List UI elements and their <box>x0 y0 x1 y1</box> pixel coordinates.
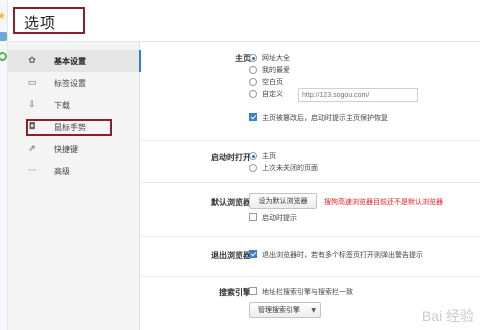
default-browser-section: 默认浏览器 设为默认浏览器 搜狗高速浏览器目前还不是默认浏览器 启动时提示 <box>141 183 480 229</box>
star-icon[interactable]: ★ <box>0 12 6 22</box>
homepage-radio-hao123[interactable] <box>249 54 257 62</box>
page-title: 选项 <box>24 14 57 32</box>
settings-panel: 主页 网址大全 我的最爱 空白页 自定义 主页被篡改后，启动时提示主页保护恢复 … <box>141 42 480 330</box>
clock-icon[interactable] <box>0 52 7 61</box>
exit-warning-checkbox[interactable] <box>249 250 257 258</box>
search-sync-checkbox[interactable] <box>249 287 257 295</box>
sidebar-item-label: 快捷键 <box>54 145 78 154</box>
custom-homepage-url-input[interactable] <box>298 88 418 102</box>
homepage-section: 主页 网址大全 我的最爱 空白页 自定义 主页被篡改后，启动时提示主页保护恢复 <box>141 42 480 142</box>
startup-prompt-checkbox[interactable] <box>249 213 257 221</box>
gear-icon: ✿ <box>28 56 36 66</box>
sidebar-item-basic-settings[interactable]: ✿ 基本设置 <box>8 50 141 72</box>
homepage-protect-label: 主页被篡改后，启动时提示主页保护恢复 <box>262 114 388 122</box>
startup-prompt-label: 启动时提示 <box>262 214 297 222</box>
options-sidebar: ✿ 基本设置 ▭ 标签设置 ⇩ 下载 ◘ 鼠标手势 ⇗ 快捷键 ··· 高级 <box>8 42 141 330</box>
sidebar-item-tab-settings[interactable]: ▭ 标签设置 <box>8 72 140 94</box>
options-header: 选项 <box>8 0 480 42</box>
manage-search-engine-dropdown[interactable]: 管理搜索引擎 ▼ <box>249 302 321 318</box>
sidebar-item-shortcuts[interactable]: ⇗ 快捷键 <box>8 138 140 160</box>
startup-option-label: 主页 <box>262 152 276 160</box>
chevron-down-icon: ▼ <box>311 307 316 314</box>
more-icon: ··· <box>27 166 37 176</box>
sidebar-item-download[interactable]: ⇩ 下载 <box>8 94 140 116</box>
default-browser-warning: 搜狗高速浏览器目前还不是默认浏览器 <box>324 198 443 206</box>
homepage-radio-custom[interactable] <box>249 90 257 98</box>
homepage-radio-blank[interactable] <box>249 78 257 86</box>
search-engine-title: 搜索引擎 <box>219 288 251 297</box>
startup-radio-last-session[interactable] <box>249 164 257 172</box>
sidebar-item-label: 高级 <box>54 167 70 176</box>
homepage-radio-favorites[interactable] <box>249 66 257 74</box>
browser-sidebar-strip: ★ <box>0 0 8 330</box>
search-sync-label: 地址栏搜索引擎与搜索栏一致 <box>262 288 353 296</box>
title-highlight-box: 选项 <box>13 7 85 34</box>
tab-icon: ▭ <box>27 78 37 88</box>
sidebar-item-label: 标签设置 <box>54 79 86 88</box>
startup-title: 启动时打开 <box>211 153 251 162</box>
watermark: Bai 经验 <box>421 308 474 324</box>
homepage-option-label: 空白页 <box>262 78 283 86</box>
homepage-option-label: 自定义 <box>262 90 283 98</box>
startup-option-label: 上次未关闭的页面 <box>262 164 318 172</box>
sidebar-item-label: 基本设置 <box>54 57 86 66</box>
homepage-option-label: 我的最爱 <box>262 66 290 74</box>
default-browser-title: 默认浏览器 <box>211 198 251 207</box>
mouse-gesture-highlight-box <box>26 119 112 136</box>
sidebar-item-advanced[interactable]: ··· 高级 <box>8 160 140 182</box>
homepage-protect-checkbox[interactable] <box>249 113 257 121</box>
startup-radio-homepage[interactable] <box>249 152 257 160</box>
set-default-browser-button[interactable]: 设为默认浏览器 <box>249 193 317 209</box>
manage-search-engine-label: 管理搜索引擎 <box>258 306 300 314</box>
exit-browser-title: 退出浏览器 <box>211 251 251 260</box>
shortcut-icon: ⇗ <box>28 144 36 154</box>
homepage-option-label: 网址大全 <box>262 54 290 62</box>
document-icon[interactable] <box>0 32 7 41</box>
sidebar-item-label: 下载 <box>54 101 70 110</box>
exit-warning-label: 退出浏览器时，若有多个标签页打开则弹出警告提示 <box>262 251 423 259</box>
exit-browser-section: 退出浏览器 退出浏览器时，若有多个标签页打开则弹出警告提示 <box>141 237 480 267</box>
download-icon: ⇩ <box>28 100 36 110</box>
homepage-title: 主页 <box>235 54 251 63</box>
startup-section: 启动时打开 主页 上次未关闭的页面 <box>141 141 480 181</box>
